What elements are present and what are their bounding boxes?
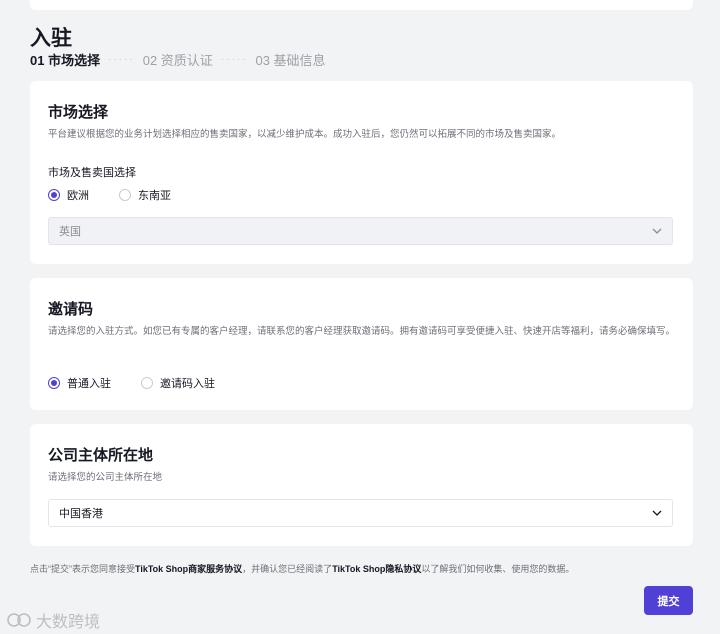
- step-separator: ·····: [220, 53, 248, 65]
- invite-radio-group: 普通入驻 邀请码入驻: [48, 375, 215, 391]
- company-location-select[interactable]: 中国香港: [48, 499, 673, 527]
- page-title: 入驻: [30, 27, 72, 50]
- company-card-description: 请选择您的公司主体所在地: [48, 472, 163, 483]
- previous-card-edge: [30, 0, 693, 10]
- market-card-description: 平台建议根据您的业务计划选择相应的售卖国家，以减少维护成本。成功入驻后，您仍然可…: [48, 129, 562, 140]
- radio-europe[interactable]: 欧洲: [48, 187, 89, 203]
- step-separator: ·····: [108, 53, 135, 65]
- invite-card-title: 邀请码: [48, 301, 94, 318]
- radio-southeast-asia[interactable]: 东南亚: [119, 187, 171, 203]
- agreement-prefix: 点击“提交”表示您同意接受: [30, 564, 135, 574]
- step-indicator: 01 市场选择 ····· 02 资质认证 ····· 03 基础信息: [30, 50, 326, 68]
- market-radio-group: 欧洲 东南亚: [48, 187, 171, 203]
- chevron-down-icon: [652, 228, 662, 234]
- step-qualification: 02 资质认证: [142, 52, 213, 68]
- agreement-middle: ，并确认您已经阅读了: [242, 564, 333, 574]
- country-select[interactable]: 英国: [48, 217, 673, 245]
- radio-checked-icon: [48, 189, 60, 201]
- market-card: 市场选择 平台建议根据您的业务计划选择相应的售卖国家，以减少维护成本。成功入驻后…: [30, 81, 693, 264]
- radio-unchecked-icon: [119, 189, 131, 201]
- chevron-down-icon: [652, 510, 662, 516]
- radio-normal-entry[interactable]: 普通入驻: [48, 375, 111, 391]
- invite-card: 邀请码 请选择您的入驻方式。如您已有专属的客户经理，请联系您的客户经理获取邀请码…: [30, 278, 693, 410]
- country-select-value: 英国: [59, 226, 81, 238]
- company-card: 公司主体所在地 请选择您的公司主体所在地 中国香港: [30, 424, 693, 546]
- merchant-agreement-link[interactable]: TikTok Shop商家服务协议: [135, 564, 242, 574]
- step-basic-info: 03 基础信息: [255, 52, 326, 68]
- company-location-value: 中国香港: [59, 508, 103, 520]
- watermark-text: 大数跨境: [36, 614, 101, 631]
- market-field-label: 市场及售卖国选择: [48, 167, 136, 179]
- radio-checked-icon: [48, 377, 60, 389]
- invite-card-description: 请选择您的入驻方式。如您已有专属的客户经理，请联系您的客户经理获取邀请码。拥有邀…: [48, 326, 676, 337]
- market-card-title: 市场选择: [48, 104, 109, 121]
- privacy-policy-link[interactable]: TikTok Shop隐私协议: [332, 564, 421, 574]
- radio-europe-label: 欧洲: [67, 190, 89, 202]
- submit-button[interactable]: 提交: [644, 586, 693, 615]
- radio-southeast-asia-label: 东南亚: [138, 190, 171, 202]
- agreement-suffix: 以了解我们如何收集、使用您的数据。: [421, 564, 575, 574]
- radio-normal-entry-label: 普通入驻: [67, 378, 111, 390]
- agreement-note: 点击“提交”表示您同意接受TikTok Shop商家服务协议，并确认您已经阅读了…: [30, 562, 574, 575]
- radio-invite-code-entry-label: 邀请码入驻: [160, 378, 215, 390]
- company-card-title: 公司主体所在地: [48, 447, 154, 464]
- watermark: 大数跨境: [6, 608, 100, 632]
- watermark-logo-icon: [7, 613, 31, 627]
- radio-unchecked-icon: [141, 377, 153, 389]
- radio-invite-code-entry[interactable]: 邀请码入驻: [141, 375, 215, 391]
- step-market: 01 市场选择: [30, 52, 101, 68]
